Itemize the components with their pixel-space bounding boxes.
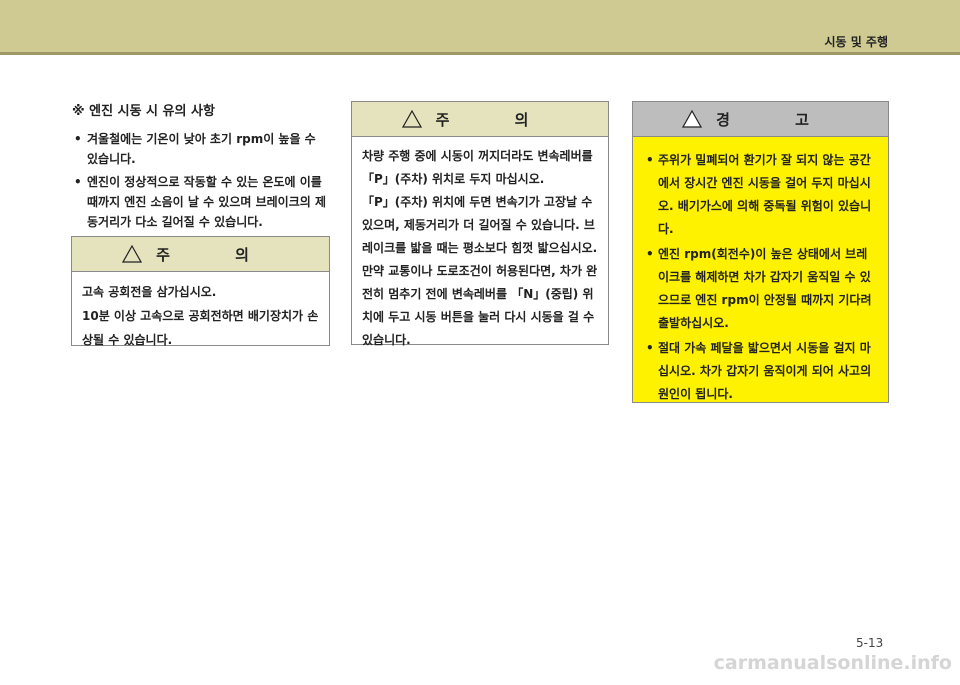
warning-title: 경 고 [716,110,839,129]
page-number: 5-13 [856,636,884,650]
svg-text:!: ! [122,250,142,263]
list-item: 엔진이 정상적으로 작동할 수 있는 온도에 이를 때까지 엔진 소음이 날 수… [72,172,330,232]
warning-triangle-icon: ! [122,245,143,263]
list-item: 엔진 rpm(회전수)이 높은 상태에서 브레이크를 해제하면 차가 갑자기 움… [643,243,878,335]
warning-header: ! 경 고 [633,102,888,137]
section-title: 시동 및 주행 [824,35,888,49]
caution-header: ! 주 의 [352,102,608,137]
list-item: 주위가 밀폐되어 환기가 잘 되지 않는 공간에서 장시간 엔진 시동을 걸어 … [643,149,878,241]
watermark: carmanualsonline.info [713,652,952,674]
caution-line: 10분 이상 고속으로 공회전하면 배기장치가 손상될 수 있습니다. [82,309,319,347]
warning-list: 주위가 밀폐되어 환기가 잘 되지 않는 공간에서 장시간 엔진 시동을 걸어 … [643,149,878,406]
warning-body: 주위가 밀폐되어 환기가 잘 되지 않는 공간에서 장시간 엔진 시동을 걸어 … [633,137,888,416]
caution-title: 주 의 [156,245,279,264]
warning-triangle-icon: ! [682,110,703,128]
warning-triangle-icon: ! [401,110,422,128]
caution-body: 고속 공회전을 삼가십시오. 10분 이상 고속으로 공회전하면 배기장치가 손… [72,272,329,360]
svg-text:!: ! [682,115,702,128]
caution-line: 「P」(주차) 위치에 두면 변속기가 고장날 수 있으며, 제동거리가 더 길… [362,195,598,347]
list-item: 절대 가속 페달을 밟으면서 시동을 걸지 마십시오. 차가 갑자기 움직이게 … [643,337,878,406]
caution-title: 주 의 [435,110,559,129]
caution-header: ! 주 의 [72,237,329,272]
list-item: 겨울철에는 기온이 낮아 초기 rpm이 높을 수 있습니다. [72,129,330,169]
header-bar [0,0,960,52]
note-list: 겨울철에는 기온이 낮아 초기 rpm이 높을 수 있습니다. 엔진이 정상적으… [72,129,330,232]
svg-text:!: ! [402,115,422,128]
header-divider [0,52,960,55]
warning-box: ! 경 고 주위가 밀폐되어 환기가 잘 되지 않는 공간에서 장시간 엔진 시… [632,101,889,403]
caution-body: 차량 주행 중에 시동이 꺼지더라도 변속레버를 「P」(주차) 위치로 두지 … [352,137,608,360]
engine-start-notes: ※ 엔진 시동 시 유의 사항 겨울철에는 기온이 낮아 초기 rpm이 높을 … [72,100,330,235]
caution-line: 차량 주행 중에 시동이 꺼지더라도 변속레버를 「P」(주차) 위치로 두지 … [362,149,593,186]
caution-line: 고속 공회전을 삼가십시오. [82,285,217,299]
caution-box-idle: ! 주 의 고속 공회전을 삼가십시오. 10분 이상 고속으로 공회전하면 배… [71,236,330,347]
caution-box-gear: ! 주 의 차량 주행 중에 시동이 꺼지더라도 변속레버를 「P」(주차) 위… [351,101,609,347]
note-heading: ※ 엔진 시동 시 유의 사항 [72,104,215,119]
